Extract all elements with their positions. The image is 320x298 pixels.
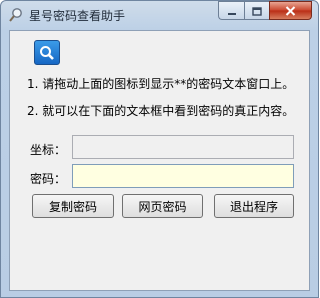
close-button[interactable] bbox=[269, 1, 312, 20]
exit-button[interactable]: 退出程序 bbox=[214, 194, 294, 218]
magnifier-icon bbox=[8, 7, 24, 23]
coord-label: 坐标： bbox=[30, 143, 67, 157]
title-bar[interactable]: 星号密码查看助手 bbox=[1, 1, 318, 29]
minimize-icon bbox=[227, 1, 237, 20]
finder-drag-icon[interactable] bbox=[34, 40, 60, 65]
minimize-button[interactable] bbox=[218, 1, 244, 20]
close-icon bbox=[285, 1, 296, 20]
app-window: 星号密码查看助手 1. 请拖动上面的图标到显示**的密码文本窗口上。 2. 就可… bbox=[0, 0, 319, 298]
instruction-line-2: 2. 就可以在下面的文本框中看到密码的真正内容。 bbox=[27, 104, 295, 118]
instruction-line-1: 1. 请拖动上面的图标到显示**的密码文本窗口上。 bbox=[27, 77, 295, 91]
window-title: 星号密码查看助手 bbox=[29, 9, 126, 23]
web-password-button[interactable]: 网页密码 bbox=[122, 194, 203, 218]
copy-password-button[interactable]: 复制密码 bbox=[32, 194, 114, 218]
caption-buttons bbox=[218, 1, 312, 20]
coord-field[interactable] bbox=[72, 135, 294, 159]
password-label: 密码： bbox=[30, 172, 67, 186]
password-field[interactable] bbox=[72, 164, 294, 188]
maximize-button[interactable] bbox=[244, 1, 269, 20]
maximize-icon bbox=[252, 1, 262, 20]
client-area: 1. 请拖动上面的图标到显示**的密码文本窗口上。 2. 就可以在下面的文本框中… bbox=[9, 30, 310, 291]
